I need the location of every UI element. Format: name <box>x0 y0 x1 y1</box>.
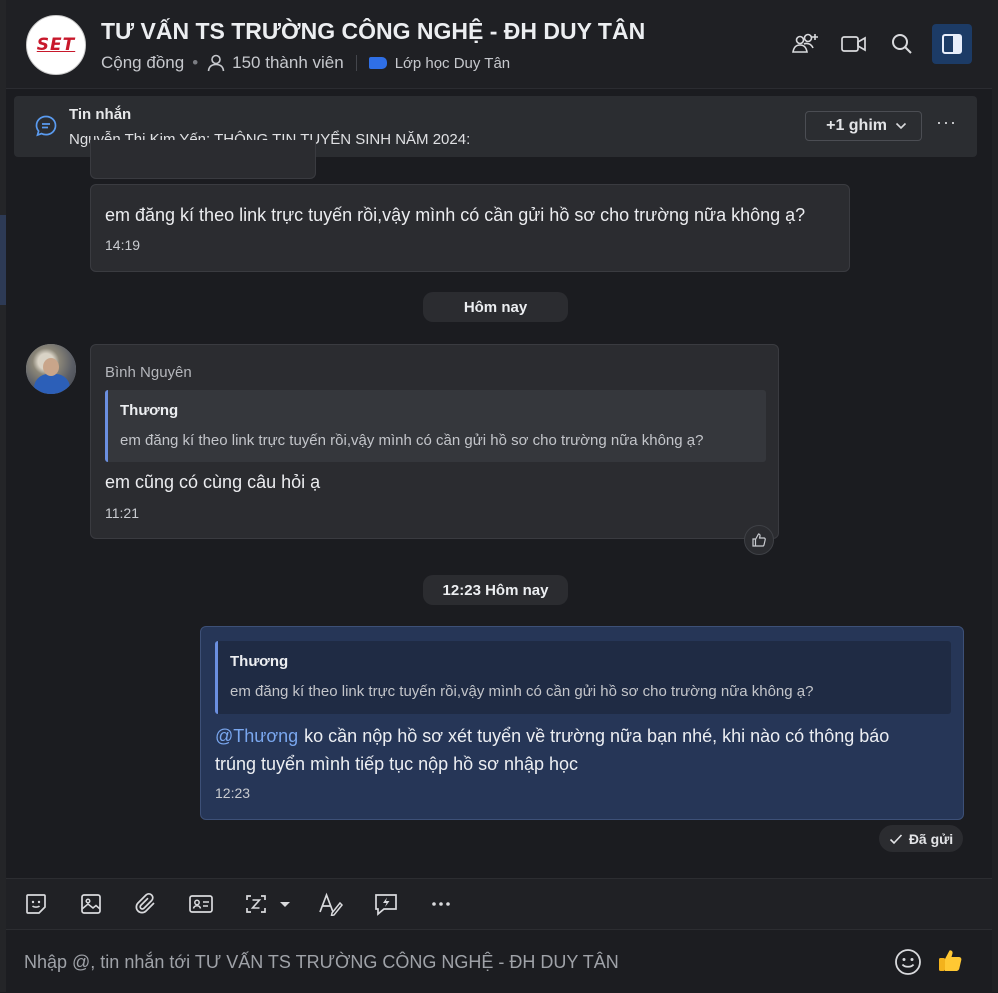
divider <box>355 55 357 71</box>
sent-status-label: Đã gửi <box>908 830 954 847</box>
checkmark-icon <box>889 833 902 844</box>
pin-count-button[interactable]: +1 ghim <box>805 111 922 141</box>
message-text: em cũng có cùng câu hỏi ạ <box>105 472 321 492</box>
message-text-container: @Thương ko cần nộp hồ sơ xét tuyển về trư… <box>215 722 935 778</box>
sidebar-toggle-icon[interactable] <box>932 24 972 64</box>
quoted-message[interactable]: Thương em đăng kí theo link trực tuyến r… <box>215 641 951 714</box>
screenshot-icon[interactable] <box>242 889 298 919</box>
search-icon[interactable] <box>884 26 920 62</box>
message-input-placeholder: Nhập @, tin nhắn tới TƯ VẤN TS TRƯỜNG CÔ… <box>24 952 619 972</box>
mention-link[interactable]: @Thương <box>215 726 298 746</box>
like-reaction-icon[interactable] <box>744 525 774 555</box>
video-call-icon[interactable] <box>836 26 872 62</box>
header-actions <box>788 24 972 64</box>
avatar[interactable] <box>26 344 76 394</box>
sticker-icon[interactable] <box>21 889 51 919</box>
own-message-bubble[interactable]: Thương em đăng kí theo link trực tuyến r… <box>200 626 964 820</box>
chat-bubble-icon <box>34 114 58 143</box>
message-text: ko cần nộp hồ sơ xét tuyển về trường nữa… <box>215 726 890 774</box>
group-title[interactable]: TƯ VẤN TS TRƯỜNG CÔNG NGHỆ - ĐH DUY TÂN <box>101 18 645 45</box>
chat-header: SET TƯ VẤN TS TRƯỜNG CÔNG NGHỆ - ĐH DUY … <box>6 0 992 89</box>
message-time: 12:23 <box>215 785 251 801</box>
right-panel-edge <box>992 0 998 992</box>
message-text: em đăng kí theo link trực tuyến rồi,vậy … <box>105 205 806 225</box>
quick-message-icon[interactable] <box>371 889 401 919</box>
image-icon[interactable] <box>76 889 106 919</box>
pinned-title: Tin nhắn <box>69 106 132 123</box>
quote-text: em đăng kí theo link trực tuyến rồi,vậy … <box>120 432 704 449</box>
class-tag-label[interactable]: Lớp học Duy Tân <box>395 55 510 72</box>
attachment-icon[interactable] <box>131 889 161 919</box>
date-separator: 12:23 Hôm nay <box>423 575 568 605</box>
member-icon[interactable] <box>206 53 226 73</box>
sender-name[interactable]: Bình Nguyên <box>105 364 192 381</box>
composer-toolbar <box>6 878 992 929</box>
message-bubble[interactable]: em đăng kí theo link trực tuyến rồi,vậy … <box>90 184 850 272</box>
member-count[interactable]: 150 thành viên <box>232 53 344 73</box>
pin-count-label: +1 ghim <box>826 117 887 134</box>
previous-message-bubble <box>90 140 316 179</box>
quoted-message[interactable]: Thương em đăng kí theo link trực tuyến r… <box>105 390 766 462</box>
chevron-down-icon <box>895 122 907 130</box>
left-sidebar-edge <box>0 0 6 992</box>
emoji-icon[interactable] <box>894 948 922 981</box>
sent-status-badge: Đã gửi <box>879 825 963 852</box>
message-time: 14:19 <box>105 237 141 253</box>
message-time: 11:21 <box>105 505 139 521</box>
date-separator: Hôm nay <box>423 292 568 322</box>
message-input[interactable]: Nhập @, tin nhắn tới TƯ VẤN TS TRƯỜNG CÔ… <box>6 929 992 993</box>
message-bubble[interactable]: Bình Nguyên Thương em đăng kí theo link … <box>90 344 779 539</box>
format-text-icon[interactable] <box>316 889 346 919</box>
thumbs-up-icon[interactable] <box>936 946 964 981</box>
label-tag-icon <box>368 57 387 69</box>
add-group-icon[interactable] <box>788 26 824 62</box>
quote-author: Thương <box>120 402 179 419</box>
quote-text: em đăng kí theo link trực tuyến rồi,vậy … <box>230 683 814 700</box>
group-avatar[interactable]: SET <box>26 15 86 75</box>
group-subtitle: Cộng đồng • 150 thành viên Lớp học Duy T… <box>101 52 510 74</box>
quote-author: Thương <box>230 653 289 670</box>
more-options-icon[interactable]: ··· <box>936 112 957 133</box>
group-logo-text: SET <box>36 35 76 55</box>
community-label: Cộng đồng <box>101 53 185 72</box>
contact-card-icon[interactable] <box>186 889 216 919</box>
active-conversation-marker <box>0 215 6 305</box>
more-icon[interactable] <box>426 889 456 919</box>
dot-separator: • <box>192 53 199 72</box>
